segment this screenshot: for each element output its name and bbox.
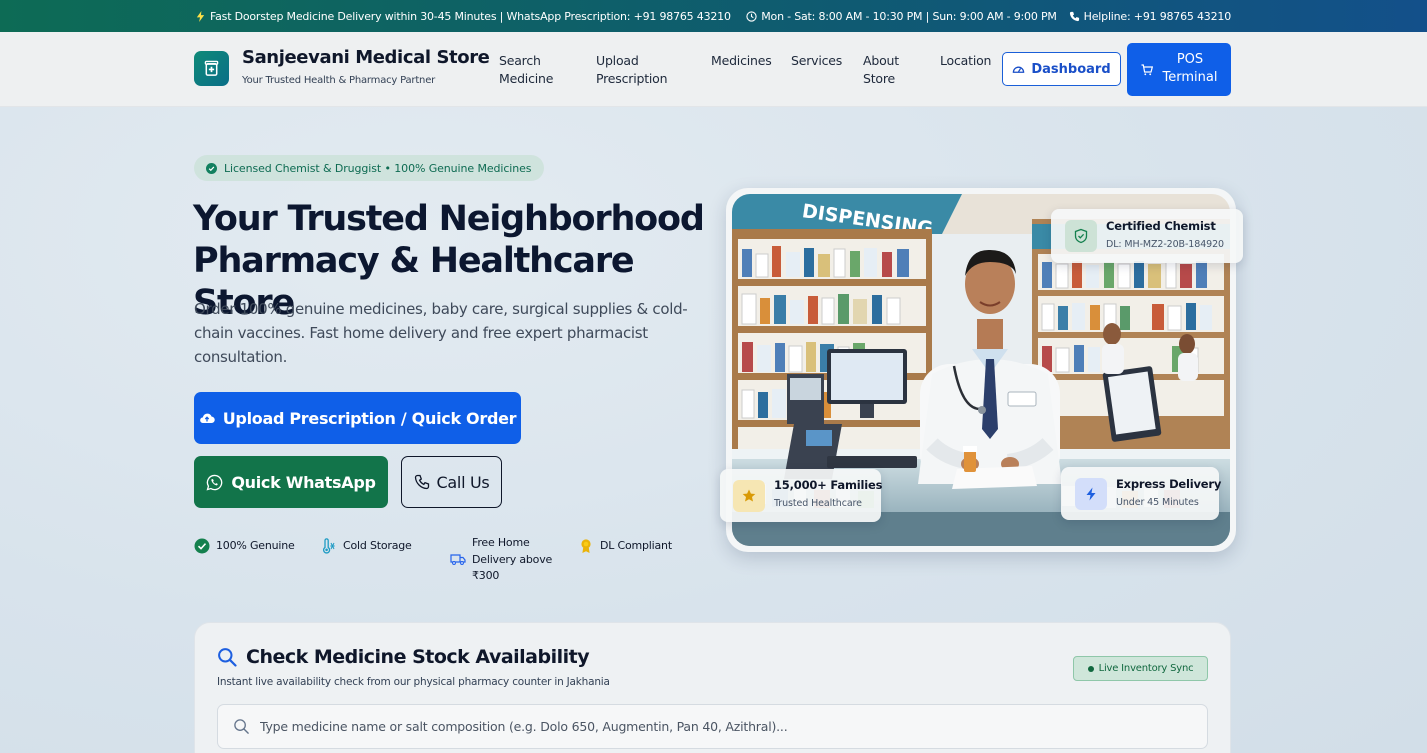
live-inventory-label: Live Inventory Sync [1098,663,1194,674]
speedometer-icon [1013,66,1025,73]
feature-cold-storage: Cold Storage [321,538,412,555]
whatsapp-button-label: Quick WhatsApp [231,472,376,492]
feature-free-delivery: Free Home Delivery above ₹300 [450,535,552,585]
brand-tagline: Your Trusted Health & Pharmacy Partner [242,75,436,86]
feature-genuine: 100% Genuine [194,538,295,555]
families-title: 15,000+ Families [774,478,883,492]
stock-title: Check Medicine Stock Availability [246,646,590,668]
pos-terminal-button[interactable]: POS Terminal [1127,43,1231,96]
upload-button-label: Upload Prescription / Quick Order [222,408,517,428]
stock-subtitle: Instant live availability check from our… [217,676,610,688]
hero-title-line: Your Trusted Neighborhood [193,199,705,239]
lightning-icon [196,11,205,22]
shield-icon [1065,220,1097,252]
live-inventory-badge: Live Inventory Sync [1073,656,1208,681]
announcement-bar: Fast Doorstep Medicine Delivery within 3… [0,0,1427,32]
hero-description: Order 100% genuine medicines, baby care,… [194,300,688,366]
families-card: 15,000+ Families Trusted Healthcare [720,469,883,522]
whatsapp-icon [206,474,223,490]
helpline[interactable]: Helpline: +91 98765 43210 [1084,10,1232,23]
award-icon [581,539,591,553]
nav-medicines[interactable]: Medicines [711,52,772,70]
call-button-label: Call Us [436,472,490,492]
dashboard-label: Dashboard [1031,61,1111,77]
nav-label: About [863,53,899,68]
nav-label: Medicine [499,71,554,86]
check-icon [206,162,217,174]
nav-location[interactable]: Location [940,52,991,70]
pos-label-line: Terminal [1162,70,1218,85]
nav-services[interactable]: Services [791,52,842,70]
phone-icon [414,474,429,490]
feature-label-line: ₹300 [472,569,500,582]
nav-search-medicine[interactable]: Search Medicine [499,52,553,88]
nav-label: Prescription [596,71,668,86]
nav-upload-prescription[interactable]: Upload Prescription [596,52,668,88]
medicine-search-box[interactable] [217,704,1208,749]
search-icon [218,648,237,667]
feature-label: DL Compliant [600,539,672,552]
express-delivery-card: Express Delivery Under 45 Minutes [1061,467,1222,520]
search-icon [234,719,249,734]
feature-dl-compliant: DL Compliant [578,538,672,555]
feature-label: 100% Genuine [216,539,295,552]
brand-name[interactable]: Sanjeevani Medical Store [242,47,490,68]
lightning-icon [1075,478,1107,510]
nav-label: Upload [596,53,639,68]
site-header: Sanjeevani Medical Store Your Trusted He… [0,32,1427,107]
store-hours: Mon - Sat: 8:00 AM - 10:30 PM | Sun: 9:0… [761,10,1057,23]
star-icon [733,480,765,512]
feature-label-line: Delivery above [472,552,553,566]
cart-icon [1141,64,1153,76]
logo[interactable] [194,51,229,86]
express-delivery-subtitle: Under 45 Minutes [1116,497,1199,508]
families-subtitle: Trusted Healthcare [774,498,862,509]
feature-label: Free Home Delivery above ₹300 [472,535,552,585]
announcement-left: Fast Doorstep Medicine Delivery within 3… [195,10,731,25]
thermometer-icon [322,538,335,554]
clock-icon [746,11,757,22]
announcement-right: Mon - Sat: 8:00 AM - 10:30 PM | Sun: 9:0… [746,10,1231,23]
feature-label: Cold Storage [343,539,412,552]
quick-whatsapp-button[interactable]: Quick WhatsApp [194,456,388,508]
truck-icon [450,554,466,565]
medical-cross-icon [204,60,219,76]
certified-chemist-card: Certified Chemist DL: MH-MZ2-20B-184920 [1051,209,1243,263]
dashboard-button[interactable]: Dashboard [1002,52,1121,86]
certified-chemist-title: Certified Chemist [1106,219,1216,233]
certified-chemist-license: DL: MH-MZ2-20B-184920 [1106,239,1224,250]
live-dot-icon [1087,665,1094,672]
pos-label: POS Terminal [1159,51,1221,87]
medicine-search-input[interactable] [260,705,1190,748]
cloud-upload-icon [199,413,215,424]
upload-prescription-button[interactable]: Upload Prescription / Quick Order [194,392,521,444]
nav-label: Store [863,71,896,86]
express-delivery-title: Express Delivery [1116,477,1222,491]
pos-label-line: POS [1176,52,1204,67]
announcement-text: Fast Doorstep Medicine Delivery within 3… [210,10,731,23]
phone-icon [1069,11,1079,22]
call-us-button[interactable]: Call Us [401,456,502,508]
check-circle-icon [194,538,210,554]
nav-about-store[interactable]: About Store [863,52,899,88]
feature-label-line: Free Home [472,536,530,549]
license-badge-text: Licensed Chemist & Druggist • 100% Genui… [224,161,532,175]
nav-label: Search [499,53,541,68]
license-badge: Licensed Chemist & Druggist • 100% Genui… [194,155,545,181]
